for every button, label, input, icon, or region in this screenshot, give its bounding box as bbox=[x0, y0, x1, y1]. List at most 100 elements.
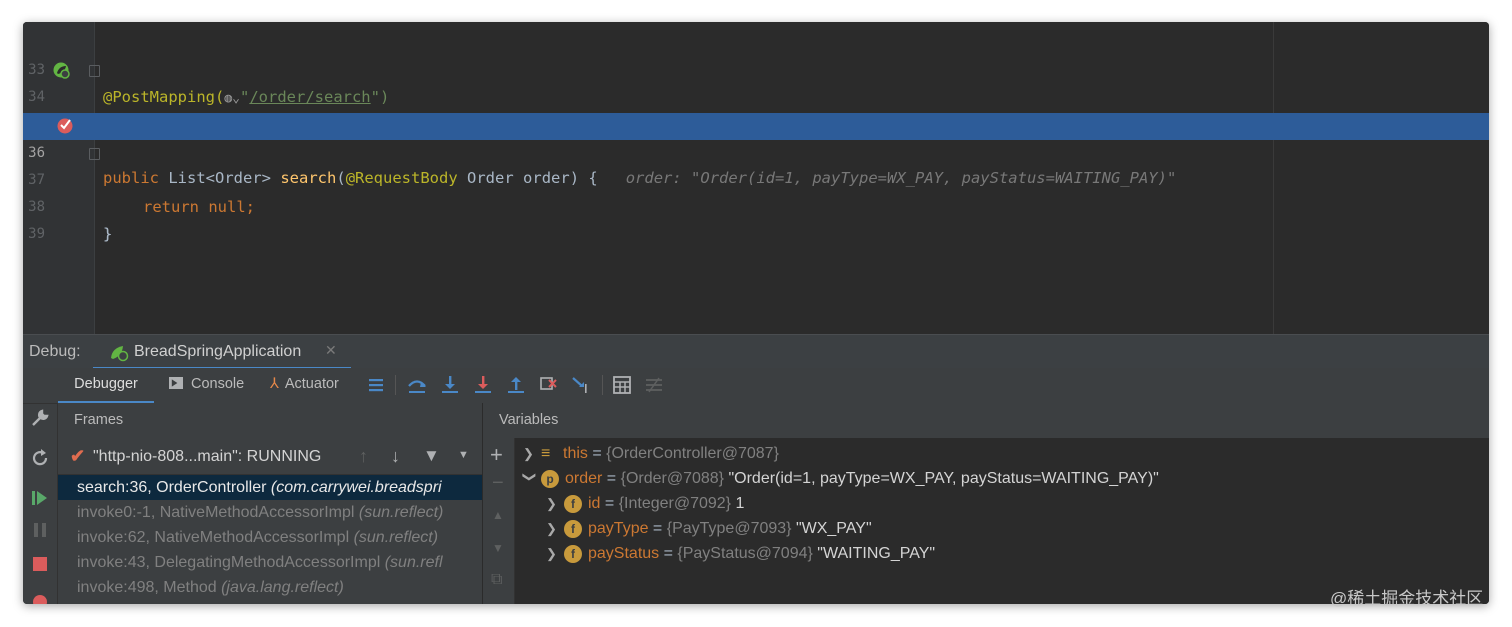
code-line-34[interactable]: 34 public List<Order> search(@RequestBod… bbox=[23, 57, 1489, 187]
variable-row[interactable]: ❯ p order = {Order@7088} "Order(id=1, payT… bbox=[523, 466, 1159, 491]
step-out-icon[interactable] bbox=[505, 374, 527, 396]
code-line-36-execution-point[interactable]: 36 return null; bbox=[23, 113, 1489, 216]
chevron-right-icon[interactable]: ❯ bbox=[546, 516, 564, 541]
fold-icon[interactable] bbox=[89, 148, 100, 160]
debug-label: Debug: bbox=[29, 343, 81, 360]
frames-title: Frames bbox=[74, 412, 124, 428]
tab-actuator[interactable]: ⅄ Actuator bbox=[270, 368, 339, 401]
drop-frame-icon[interactable] bbox=[537, 374, 559, 396]
frame-row[interactable]: invoke0:-1, NativeMethodAccessorImpl (su… bbox=[58, 500, 482, 525]
arrow-down-icon[interactable]: ↓ bbox=[391, 446, 400, 467]
refresh-icon[interactable] bbox=[30, 448, 50, 468]
chevron-right-icon[interactable]: ❯ bbox=[546, 541, 564, 566]
pause-icon[interactable] bbox=[30, 520, 50, 540]
field-icon: f bbox=[564, 494, 582, 513]
thread-selector[interactable]: ✔ "http-nio-808...main": RUNNING ↑ ↓ ▼ ▼ bbox=[58, 440, 482, 475]
frame-location: invoke:43, DelegatingMethodAccessorImpl bbox=[77, 554, 385, 571]
variable-name: payStatus bbox=[588, 545, 660, 562]
variable-name: order bbox=[565, 470, 603, 487]
layout-menu-icon[interactable] bbox=[365, 374, 387, 396]
tab-label: Console bbox=[191, 376, 245, 392]
arrow-up-icon[interactable]: ↑ bbox=[359, 446, 368, 467]
move-down-icon[interactable]: ▼ bbox=[492, 541, 504, 555]
variable-type: {Order@7088} bbox=[620, 470, 725, 487]
remove-watch-icon[interactable]: − bbox=[492, 472, 504, 495]
frame-row[interactable]: invoke:498, Method (java.lang.reflect) bbox=[58, 575, 482, 600]
variable-value: 1 bbox=[735, 495, 745, 512]
frame-location: invoke0:-1, NativeMethodAccessorImpl bbox=[77, 504, 359, 521]
variable-type: {PayStatus@7094} bbox=[677, 545, 813, 562]
variable-name: id bbox=[588, 495, 601, 512]
tab-debugger[interactable]: Debugger bbox=[58, 368, 154, 403]
toolbar-divider bbox=[395, 375, 396, 395]
close-icon[interactable]: ✕ bbox=[325, 342, 337, 359]
frame-location: invoke:498, Method bbox=[77, 579, 222, 596]
debug-tool-window-header: Debug: BreadSpringApplication ✕ bbox=[23, 334, 1489, 370]
code-line-39[interactable]: 39 bbox=[23, 194, 1489, 242]
filter-icon[interactable]: ▼ bbox=[423, 446, 440, 466]
code-line-35[interactable]: 35 bbox=[23, 84, 1489, 132]
variable-value: "Order(id=1, payType=WX_PAY, payStatus=W… bbox=[728, 470, 1159, 487]
variables-panel: Variables + − ▲ ▼ ⧉ ❯ ≡ this = {OrderContr… bbox=[483, 403, 1489, 604]
frame-row[interactable]: invoke:43, DelegatingMethodAccessorImpl … bbox=[58, 550, 482, 575]
thread-name: "http-nio-808...main": RUNNING bbox=[93, 448, 322, 465]
code-line-38[interactable]: 38 } bbox=[23, 167, 1489, 243]
field-icon: f bbox=[564, 544, 582, 563]
mute-breakpoints-icon[interactable] bbox=[30, 592, 50, 604]
fold-icon[interactable] bbox=[89, 65, 100, 77]
tab-label: Debugger bbox=[74, 376, 138, 392]
frame-package: (com.carrywei.breadspri bbox=[270, 479, 442, 496]
frame-location: search:36, OrderController bbox=[77, 479, 271, 496]
watermark: @稀土掘金技术社区 bbox=[1330, 589, 1484, 608]
stop-icon[interactable] bbox=[30, 554, 50, 574]
variables-tree: ❯ ≡ this = {OrderController@7087} ❯ p order … bbox=[515, 438, 1489, 604]
variable-row[interactable]: ❯ ≡ this = {OrderController@7087} bbox=[523, 441, 779, 466]
wrench-icon[interactable] bbox=[30, 408, 50, 428]
chevron-right-icon[interactable]: ❯ bbox=[523, 441, 541, 466]
duplicate-icon[interactable]: ⧉ bbox=[491, 571, 502, 589]
resume-icon[interactable] bbox=[30, 488, 50, 508]
variables-title: Variables bbox=[499, 412, 559, 428]
move-up-icon[interactable]: ▲ bbox=[492, 508, 504, 522]
frame-location: invoke:62, NativeMethodAccessorImpl bbox=[77, 529, 354, 546]
spring-debug-icon bbox=[111, 346, 129, 362]
line-number: 39 bbox=[28, 226, 45, 242]
code-line-37[interactable]: 37 } bbox=[23, 140, 1489, 243]
variable-value: "WX_PAY" bbox=[795, 520, 872, 537]
breakpoint-icon[interactable] bbox=[57, 117, 74, 134]
debug-session-tab[interactable]: BreadSpringApplication ✕ bbox=[93, 335, 351, 370]
frame-package: (java.lang.reflect) bbox=[221, 579, 344, 596]
variable-name: payType bbox=[588, 520, 649, 537]
chevron-right-icon[interactable]: ❯ bbox=[546, 491, 564, 516]
frame-package: (sun.reflect) bbox=[358, 504, 444, 521]
add-watch-icon[interactable]: + bbox=[490, 444, 503, 466]
list-icon: ≡ bbox=[541, 445, 551, 462]
step-into-icon[interactable] bbox=[439, 374, 461, 396]
spring-endpoint-icon[interactable] bbox=[53, 62, 70, 79]
force-step-into-icon[interactable] bbox=[472, 374, 494, 396]
code-editor[interactable]: 33 @PostMapping(◍⌄"/order/search") 34 pu… bbox=[23, 22, 1489, 334]
frame-row[interactable]: invoke:62, NativeMethodAccessorImpl (sun… bbox=[58, 525, 482, 550]
tab-label: Actuator bbox=[284, 376, 339, 392]
frame-row[interactable]: search:36, OrderController (com.carrywei… bbox=[58, 475, 482, 500]
check-icon: ✔ bbox=[70, 446, 86, 466]
variable-name: this bbox=[563, 445, 588, 462]
code-line-33[interactable]: 33 @PostMapping(◍⌄"/order/search") bbox=[23, 30, 1489, 106]
toolbar-divider bbox=[602, 375, 603, 395]
show-execution-point-icon[interactable] bbox=[406, 374, 428, 396]
chevron-down-icon[interactable]: ▼ bbox=[458, 449, 469, 461]
variable-value: "WAITING_PAY" bbox=[817, 545, 936, 562]
evaluate-expression-icon[interactable] bbox=[611, 374, 633, 396]
variable-row[interactable]: ❯ f payStatus = {PayStatus@7094} "WAITING_… bbox=[546, 541, 935, 566]
tab-console[interactable]: Console bbox=[169, 368, 244, 401]
variable-row[interactable]: ❯ f id = {Integer@7092} 1 bbox=[546, 491, 744, 516]
chevron-down-icon[interactable]: ❯ bbox=[518, 472, 543, 486]
variables-side-toolbar: + − ▲ ▼ ⧉ bbox=[483, 438, 515, 604]
frame-package: (sun.refl bbox=[384, 554, 443, 571]
debug-toolbar: Debugger Console ⅄ Actuator bbox=[23, 368, 1489, 404]
frame-package: (sun.reflect) bbox=[353, 529, 439, 546]
run-to-cursor-icon[interactable] bbox=[570, 374, 592, 396]
brace: } bbox=[103, 225, 113, 243]
variable-row[interactable]: ❯ f payType = {PayType@7093} "WX_PAY" bbox=[546, 516, 872, 541]
trace-stream-icon[interactable] bbox=[643, 374, 665, 396]
